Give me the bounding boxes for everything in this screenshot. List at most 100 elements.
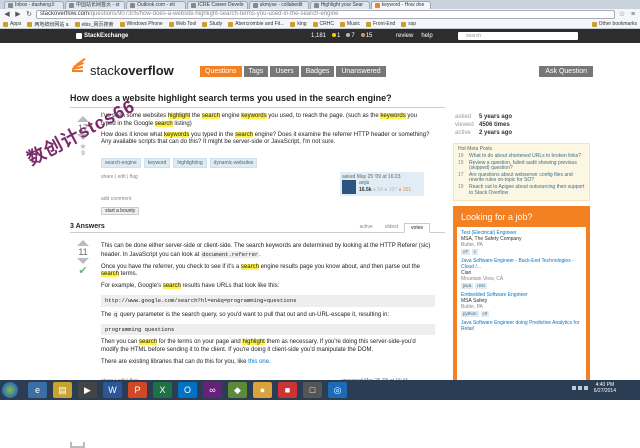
ask-question-button[interactable]: Ask Question <box>539 66 593 77</box>
answer-paragraph: The q query parameter is the search quer… <box>101 310 390 318</box>
browser-tab-active[interactable]: keyword - How doe <box>370 1 431 9</box>
explorer-icon[interactable]: ▤ <box>53 382 72 398</box>
reload-icon[interactable]: ↻ <box>25 11 33 19</box>
bookmark[interactable]: ebis_网页搜索 <box>74 21 114 28</box>
job-listing[interactable]: Java Software Engineer doing Predictive … <box>461 320 582 332</box>
start-button-icon[interactable] <box>2 382 18 398</box>
library-link[interactable]: this one <box>248 359 269 365</box>
back-arrow-icon[interactable]: ◀ <box>3 11 11 19</box>
tag[interactable]: search-engine <box>101 158 141 168</box>
bookmark[interactable]: Study <box>202 21 222 27</box>
browser-tab[interactable]: ICRE Career Develo <box>187 1 248 9</box>
question-owner-card: asked May 25 '09 at 16:23 anjis 16.5k ● … <box>340 172 424 196</box>
stackoverflow-logo[interactable]: stackoverflow <box>70 58 174 448</box>
bookmark[interactable]: CRHC <box>312 21 334 27</box>
powerpoint-icon[interactable]: P <box>128 382 147 398</box>
question-post-menu[interactable]: share | edit | flag <box>101 174 138 180</box>
browser-tab[interactable]: Highlight your Sear <box>309 1 370 9</box>
hot-meta-posts: Hot Meta Posts 19 What to do about shorte… <box>453 143 590 201</box>
nav-users[interactable]: Users <box>270 66 299 77</box>
bookmark[interactable]: Windows Phone <box>119 21 163 27</box>
nav-tags[interactable]: Tags <box>243 66 269 77</box>
browser-tab[interactable]: Inbox - dasheng.li <box>4 1 64 9</box>
stackexchange-icon <box>76 33 82 39</box>
nav-unanswered[interactable]: Unanswered <box>336 66 386 77</box>
media-player-icon[interactable]: ▶ <box>78 382 97 398</box>
answer-body: This can be done either server-side or c… <box>101 243 435 371</box>
browser-tab[interactable]: 中国站长网首页 - st <box>65 1 125 9</box>
question-paragraph: I've seen some websites highlight the se… <box>101 113 418 127</box>
excel-icon[interactable]: X <box>153 382 172 398</box>
site-icon <box>69 3 74 8</box>
nav-questions[interactable]: Questions <box>200 66 242 77</box>
search-input[interactable]: search <box>458 32 578 40</box>
start-bounty-button[interactable]: start a bounty <box>101 207 140 215</box>
tag[interactable]: highlighting <box>173 158 207 168</box>
review-link[interactable]: review <box>396 33 413 39</box>
bookmark[interactable]: Apps <box>3 21 21 27</box>
answer-paragraph: For example, Google's search results hav… <box>101 283 280 290</box>
folder-icon <box>74 21 80 27</box>
job-listing[interactable]: Embedded Software Engineer MSA Safety Bu… <box>461 292 582 317</box>
bookmark[interactable]: 两地缤纷网站 a <box>27 21 69 28</box>
meta-post[interactable]: 19 Reach out to Apigee about outsourcing … <box>454 184 589 197</box>
system-tray[interactable] <box>572 386 588 390</box>
add-comment-link[interactable]: add comment <box>101 196 131 202</box>
tag[interactable]: dynamic-websites <box>209 158 258 168</box>
jobs-title[interactable]: Looking for a job? <box>457 210 586 227</box>
silver-badge-icon <box>346 33 351 37</box>
other-bookmarks[interactable]: Other bookmarks <box>591 21 637 27</box>
silver-badge-count: 7 <box>346 33 355 39</box>
avatar[interactable] <box>342 180 356 194</box>
user-stats[interactable]: 1,181 1 7 15 <box>311 29 372 43</box>
stackexchange-menu[interactable]: StackExchange <box>76 33 230 39</box>
bookmark[interactable]: Front-End <box>366 21 395 27</box>
tab-active[interactable]: active <box>354 223 379 233</box>
reputation: 1,181 <box>311 33 327 39</box>
url-input[interactable]: stackoverflow.com/questions/907305/how-d… <box>36 10 615 19</box>
tab-oldest[interactable]: oldest <box>379 223 404 233</box>
outlook-icon[interactable]: O <box>178 382 197 398</box>
browser-tab[interactable]: ukmyse - collabedit <box>248 1 309 9</box>
bookmark[interactable]: Music <box>339 21 360 27</box>
question-body: I've seen some websites highlight the se… <box>101 113 433 150</box>
word-icon[interactable]: W <box>103 382 122 398</box>
meta-post[interactable]: 15 Review a question, failed audit showin… <box>454 160 589 173</box>
topbar-links: review help <box>396 29 433 43</box>
ie-icon[interactable]: e <box>28 382 47 398</box>
code-block: http://www.google.com/search?hl=en&q=pro… <box>101 294 435 307</box>
forward-arrow-icon[interactable]: ▶ <box>14 11 22 19</box>
clock[interactable]: 4:40 PM 6/27/2014 <box>594 382 616 394</box>
bookmark[interactable]: king <box>290 21 307 27</box>
answer-count: 3 Answers <box>70 223 105 230</box>
chrome-icon[interactable]: ● <box>253 382 272 398</box>
bookmark[interactable]: Abercrombie and Fit... <box>228 21 284 27</box>
tab-votes[interactable]: votes <box>404 223 430 233</box>
upvote-icon[interactable] <box>77 240 89 246</box>
visual-studio-icon[interactable]: ∞ <box>203 382 222 398</box>
folder-icon <box>339 21 345 27</box>
question-title[interactable]: How does a website highlight search term… <box>70 93 520 103</box>
bookmarks-bar: Apps 两地缤纷网站 a ebis_网页搜索 Windows Phone We… <box>0 20 640 29</box>
browser-tab[interactable]: Outlook.com - eti <box>126 1 186 9</box>
owner-name[interactable]: anjis <box>359 180 369 186</box>
tag[interactable]: keyword <box>143 158 171 168</box>
bronze-badge-icon <box>360 33 365 37</box>
tray-icon <box>584 386 588 390</box>
nav-badges[interactable]: Badges <box>300 66 335 77</box>
job-listing[interactable]: Java Software Engineer - Back-End Techno… <box>461 258 582 289</box>
menu-icon[interactable]: ≡ <box>629 11 637 19</box>
favorite-count: 9 <box>81 151 85 157</box>
app-icon[interactable]: ◆ <box>228 382 247 398</box>
question-stats: asked 5 years ago viewed 4506 times active… <box>455 113 585 137</box>
downvote-icon[interactable] <box>77 258 89 264</box>
bookmark[interactable]: Web Tool <box>168 21 196 27</box>
app-icon[interactable]: □ <box>303 382 322 398</box>
app-icon[interactable]: ■ <box>278 382 297 398</box>
star-icon[interactable]: ☆ <box>618 11 626 19</box>
code-block: programming questions <box>101 323 435 336</box>
job-listing[interactable]: Test (Electrical) Engineer MSA, The Safe… <box>461 230 582 255</box>
help-link[interactable]: help <box>421 33 432 39</box>
bookmark[interactable]: ssp <box>401 21 416 27</box>
app-icon[interactable]: ◎ <box>328 382 347 398</box>
